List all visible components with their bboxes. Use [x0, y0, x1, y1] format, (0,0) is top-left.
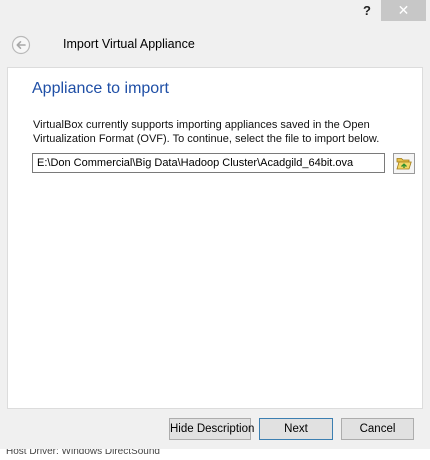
next-button[interactable]: Next — [259, 418, 333, 440]
file-path-input[interactable] — [32, 153, 385, 173]
back-button[interactable] — [11, 35, 31, 55]
import-appliance-window: ? ✕ Import Virtual Appliance Appliance t… — [0, 0, 430, 449]
background-text: Host Driver: Windows DirectSound — [6, 449, 160, 457]
page-heading: Appliance to import — [32, 80, 169, 97]
close-button[interactable]: ✕ — [381, 0, 426, 21]
back-arrow-icon — [11, 35, 31, 55]
description-text: VirtualBox currently supports importing … — [33, 119, 380, 145]
content-panel: Appliance to import VirtualBox currently… — [7, 67, 423, 409]
cancel-button[interactable]: Cancel — [341, 418, 414, 440]
title-bar: ? ✕ — [0, 0, 430, 24]
browse-file-button[interactable] — [393, 153, 415, 174]
close-icon: ✕ — [397, 2, 410, 18]
help-button[interactable]: ? — [356, 1, 378, 21]
folder-open-icon — [396, 158, 412, 170]
background-window-strip: Host Driver: Windows DirectSound — [0, 449, 430, 460]
wizard-title: Import Virtual Appliance — [63, 37, 195, 51]
hide-description-button[interactable]: Hide Description — [169, 418, 254, 440]
